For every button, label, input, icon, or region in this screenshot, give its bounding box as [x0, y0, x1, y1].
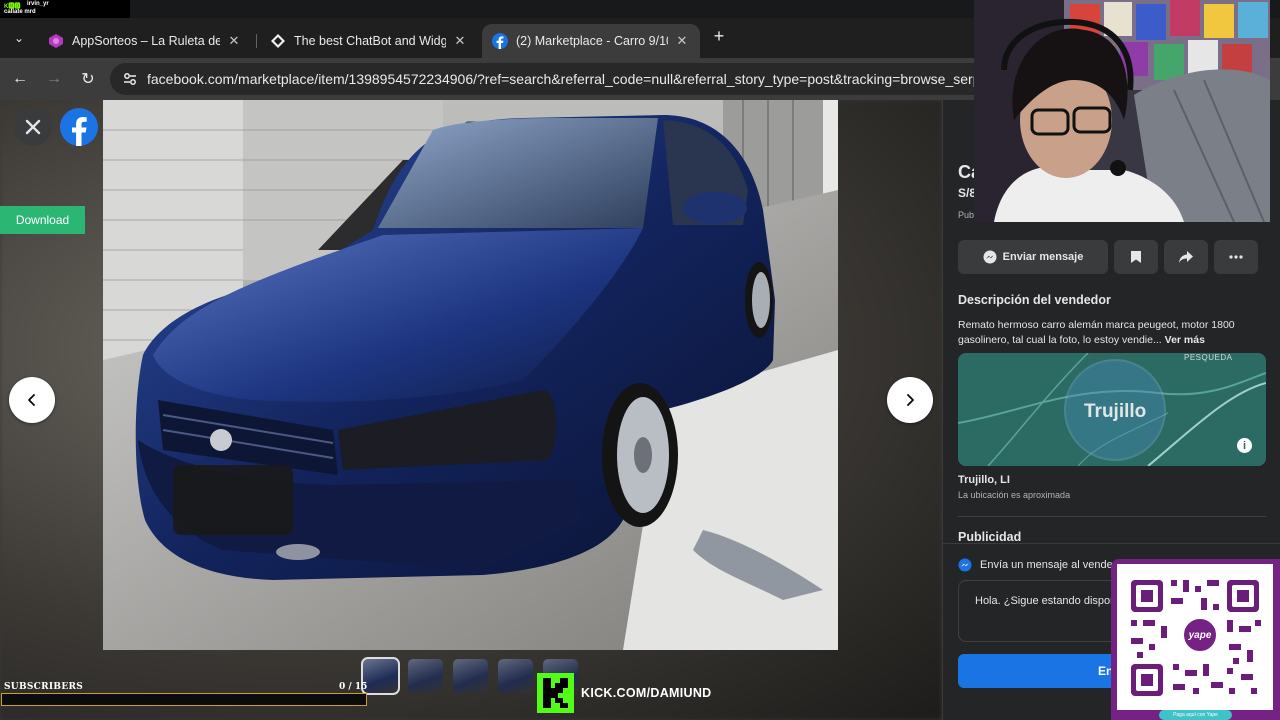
screen: ⌄ AppSorteos – La Ruleta de la Suerte ✕ …	[0, 0, 1280, 720]
stream-chat-overlay: K🅼🅳 irvin_yr callate mrd	[0, 0, 130, 18]
send-message-label: Enviar mensaje	[1002, 251, 1084, 263]
share-icon	[1179, 251, 1193, 263]
seller-description: Remato hermoso carro alemán marca peugeo…	[958, 318, 1258, 348]
webcam-overlay	[974, 0, 1270, 222]
forward-arrow-icon[interactable]: →	[42, 67, 66, 91]
tab-marketplace[interactable]: (2) Marketplace - Carro 9/10 | Facebook …	[482, 24, 700, 58]
new-tab-plus-icon[interactable]: +	[708, 26, 730, 47]
site-settings-icon[interactable]	[122, 71, 138, 87]
message-prompt: Envía un mensaje al vendedor	[980, 559, 1129, 571]
appsorteos-icon	[48, 33, 64, 49]
location-text: Trujillo, LI	[958, 474, 1010, 486]
tab-close-icon[interactable]: ✕	[226, 33, 242, 49]
see-more-link[interactable]: Ver más	[1165, 334, 1205, 346]
tab-separator	[256, 34, 257, 48]
address-bar[interactable]: facebook.com/marketplace/item/1398954572…	[110, 63, 1026, 95]
listing-published: Pub	[958, 210, 975, 220]
kick-branding: KICK.COM/DAMIUND	[537, 673, 715, 713]
photo-thumbnail[interactable]	[498, 659, 533, 693]
map-city-label: Trujillo	[1084, 401, 1147, 422]
subscribers-label: SUBSCRIBERS	[4, 682, 84, 692]
tab-appsorteos[interactable]: AppSorteos – La Ruleta de la Suerte ✕	[38, 24, 252, 58]
send-message-button[interactable]: Enviar mensaje	[958, 240, 1108, 274]
seller-description-heading: Descripción del vendedor	[958, 293, 1111, 307]
tab-title: (2) Marketplace - Carro 9/10 | Facebook	[516, 34, 668, 48]
location-map[interactable]: PESQUEDA Trujillo i	[958, 353, 1266, 466]
tab-title: The best ChatBot and Widgets	[294, 34, 446, 48]
kick-channel: KICK.COM/DAMIUND	[581, 686, 712, 700]
download-button[interactable]: Download	[0, 206, 85, 234]
url-text: facebook.com/marketplace/item/1398954572…	[147, 71, 1026, 87]
share-button[interactable]	[1164, 240, 1208, 274]
photo-thumbnail[interactable]	[408, 659, 443, 693]
facebook-icon	[492, 33, 508, 49]
tab-search-chevron-icon[interactable]: ⌄	[8, 27, 30, 49]
tab-close-icon[interactable]: ✕	[452, 33, 468, 49]
action-buttons: Enviar mensaje	[958, 240, 1258, 274]
subscribers-progress-bar	[1, 693, 367, 706]
kick-logo-icon	[537, 673, 574, 713]
reload-icon[interactable]: ↻	[76, 67, 100, 91]
tab-chatbot[interactable]: The best ChatBot and Widgets ✕	[260, 24, 478, 58]
message-prompt-row: Envía un mensaje al vendedor	[958, 558, 1129, 572]
close-viewer-button[interactable]	[14, 108, 52, 146]
ads-heading: Publicidad	[958, 530, 1022, 544]
info-icon[interactable]: i	[1237, 438, 1252, 453]
more-dots-icon	[1229, 255, 1243, 259]
photo-thumbnail[interactable]	[453, 659, 488, 693]
previous-photo-button[interactable]	[9, 377, 55, 423]
qr-code: yape	[1117, 564, 1273, 710]
divider	[958, 516, 1266, 517]
streamelements-icon	[270, 33, 286, 49]
tab-close-icon[interactable]: ✕	[674, 33, 690, 49]
chevron-right-icon	[907, 394, 914, 406]
bookmark-icon	[1131, 251, 1141, 263]
close-icon	[25, 119, 41, 135]
yape-logo-icon: yape	[1182, 617, 1218, 653]
next-photo-button[interactable]	[887, 377, 933, 423]
location-note: La ubicación es aproximada	[958, 490, 1071, 500]
facebook-logo-icon[interactable]	[60, 108, 98, 146]
yape-caption: Paga aquí con Yape	[1159, 710, 1232, 720]
messenger-icon	[983, 250, 997, 264]
more-options-button[interactable]	[1214, 240, 1258, 274]
tab-title: AppSorteos – La Ruleta de la Suerte	[72, 34, 220, 48]
messenger-icon	[958, 558, 972, 572]
chat-message: callate mrd	[4, 9, 36, 15]
back-arrow-icon[interactable]: ←	[8, 67, 32, 91]
map-area-label: PESQUEDA	[1184, 353, 1233, 362]
save-button[interactable]	[1114, 240, 1158, 274]
subscribers-count: 0 / 15	[339, 682, 368, 692]
listing-photo[interactable]: TAXI	[103, 100, 838, 650]
chevron-left-icon	[28, 394, 35, 406]
yape-qr-card: yape Paga aquí con Yape	[1111, 559, 1280, 720]
subscriber-goal: SUBSCRIBERS 0 / 15	[0, 679, 370, 709]
photo-viewer: TAXI	[0, 100, 942, 720]
chat-username: irvin_yr	[27, 1, 49, 7]
